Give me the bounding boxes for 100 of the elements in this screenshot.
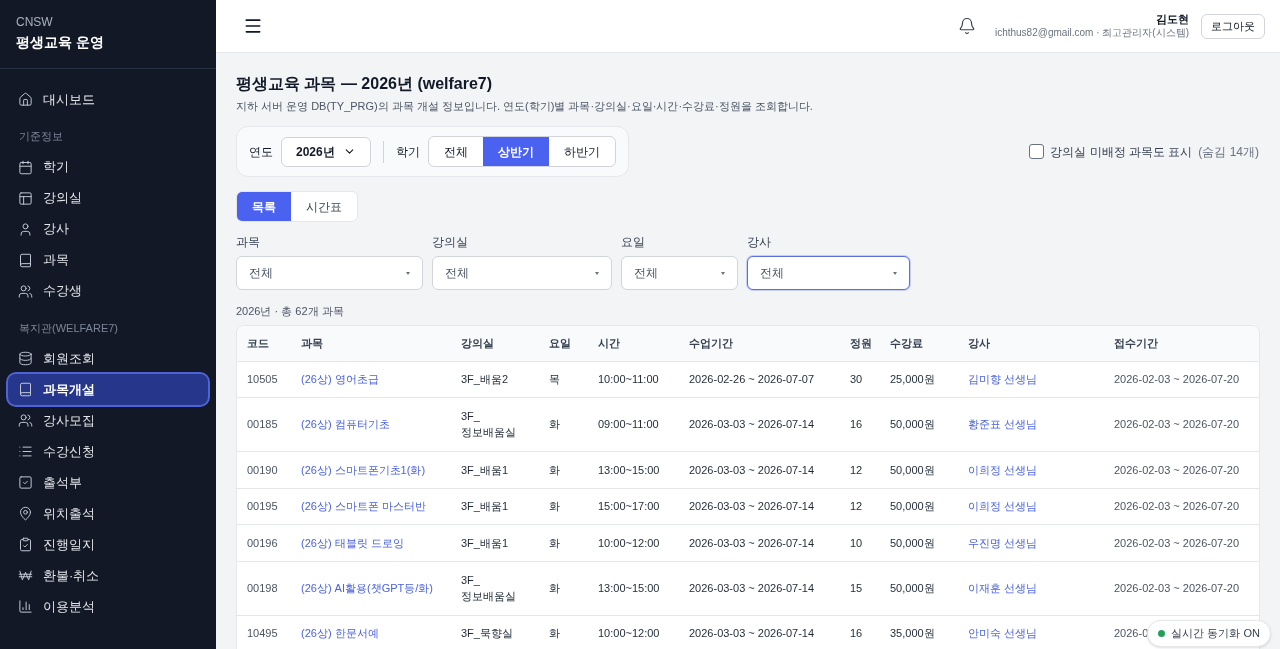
column-header: 수업기간 <box>679 326 840 361</box>
semester-tab[interactable]: 상반기 <box>483 137 549 166</box>
course-link[interactable]: (26상) AI활용(챗GPT등/화) <box>301 582 433 594</box>
teacher-link[interactable]: 안미숙 선생님 <box>968 627 1038 640</box>
table-cell: 15 <box>850 582 863 594</box>
table-cell: 50,000원 <box>890 463 935 476</box>
sidebar-item[interactable]: 강사모집 <box>8 405 208 436</box>
checkbox[interactable] <box>1029 144 1045 159</box>
table-cell: 00195 <box>247 500 278 512</box>
table-cell: 3F_배움1 <box>461 500 509 512</box>
column-header: 코드 <box>237 326 291 361</box>
teacher-link[interactable]: 우진명 선생님 <box>968 536 1038 549</box>
filter-select[interactable]: 전체 <box>432 256 612 290</box>
bell-icon[interactable] <box>957 17 976 35</box>
table-cell: 2026-03-03 ~ 2026-07-14 <box>689 536 815 549</box>
sidebar-heading: 복지관(WELFARE7) <box>18 320 119 336</box>
table-cell: 50,000원 <box>890 418 935 430</box>
filter-label: 강사 <box>747 235 772 250</box>
database-icon <box>18 351 33 366</box>
filter-label: 요일 <box>621 235 646 250</box>
table-cell: 30 <box>850 373 863 385</box>
sidebar-item[interactable]: 과목개설 <box>8 374 208 405</box>
filter-select[interactable]: 전체 <box>747 256 910 290</box>
column-header: 과목 <box>291 326 451 361</box>
semester-label: 학기 <box>396 143 420 161</box>
teacher-link[interactable]: 황준표 선생님 <box>968 418 1038 430</box>
sidebar-item[interactable]: 수강생 <box>8 275 208 307</box>
filter-label: 강의실 <box>432 235 469 250</box>
table-cell: 화 <box>549 463 560 476</box>
table-cell: 2026-03-03 ~ 2026-07-14 <box>689 627 815 640</box>
brand-org: CNSW <box>16 14 54 30</box>
sidebar-item[interactable]: 위치출석 <box>8 498 208 529</box>
course-link[interactable]: (26상) 태블릿 드로잉 <box>301 536 404 549</box>
table-cell: 15:00~17:00 <box>598 500 660 512</box>
column-header: 접수기간 <box>1104 326 1259 361</box>
sidebar-item[interactable]: 강사 <box>8 213 208 245</box>
menu-icon[interactable] <box>243 16 263 36</box>
teacher-link[interactable]: 이희정 선생님 <box>968 500 1038 512</box>
course-link[interactable]: (26상) 영어초급 <box>301 373 379 385</box>
table-cell: 50,000원 <box>890 500 935 512</box>
course-link[interactable]: (26상) 한문서예 <box>301 627 379 640</box>
column-header: 시간 <box>588 326 679 361</box>
users-icon <box>18 413 33 428</box>
table-cell: 3F_ 정보배움실 <box>461 410 516 438</box>
sidebar-item[interactable]: 과목 <box>8 244 208 276</box>
sidebar-item[interactable]: 학기 <box>8 151 208 183</box>
table-cell: 2026-02-03 ~ 2026-07-20 <box>1114 373 1240 385</box>
table-cell: 2026-02-03 ~ 2026-07-20 <box>1114 582 1240 594</box>
list-icon <box>18 444 33 459</box>
user-detail: ichthus82@gmail.com · 최고관리자(시스템) <box>994 26 1189 40</box>
sidebar-item[interactable]: 수강신청 <box>8 436 208 467</box>
course-link[interactable]: (26상) 컴퓨터기초 <box>301 418 390 430</box>
teacher-link[interactable]: 이희정 선생님 <box>968 463 1038 476</box>
table-cell: 2026-02-03 ~ 2026-07-20 <box>1114 418 1240 430</box>
table-cell: 2026-03-03 ~ 2026-07-14 <box>689 463 815 476</box>
table-cell: 00190 <box>247 463 278 476</box>
page-description: 지하 서버 운영 DB(TY_PRG)의 과목 개설 정보입니다. 연도(학기)별 과목·강의실·요일·시간·수강료·정원을 조회합니다. <box>236 99 814 114</box>
filter-select[interactable]: 전체 <box>236 256 423 290</box>
table-cell: 00185 <box>247 418 278 430</box>
table-cell: 16 <box>850 627 863 640</box>
table-cell: 2026-02-26 ~ 2026-07-07 <box>689 373 815 385</box>
filter-label: 과목 <box>236 235 261 250</box>
table-cell: 12 <box>850 463 863 476</box>
table-cell: 16 <box>850 418 863 430</box>
table-cell: 10:00~11:00 <box>598 373 659 385</box>
sidebar-item[interactable]: 환불·취소 <box>8 560 208 591</box>
logout-button[interactable]: 로그아웃 <box>1201 13 1265 39</box>
teacher-link[interactable]: 김미향 선생님 <box>968 373 1038 385</box>
sidebar-item[interactable]: 회원조회 <box>8 343 208 374</box>
table-cell: 10505 <box>247 373 278 385</box>
sidebar-item[interactable]: 진행일지 <box>8 529 208 560</box>
teacher-link[interactable]: 이재훈 선생님 <box>968 582 1038 594</box>
sync-status-badge: 실시간 동기화 ON <box>1147 620 1271 647</box>
book-icon <box>18 382 33 397</box>
table-cell: 2026-03-03 ~ 2026-07-14 <box>689 500 815 512</box>
checkbox-label: 강의실 미배정 과목도 표시 <box>1050 143 1193 161</box>
table-cell: 2026-03-03 ~ 2026-07-14 <box>689 582 815 594</box>
table-cell: 10:00~12:00 <box>598 536 660 549</box>
year-select[interactable]: 2026년 <box>281 136 371 167</box>
filter-select[interactable]: 전체 <box>621 256 738 290</box>
sidebar-heading: 기준정보 <box>18 129 64 144</box>
view-tab[interactable]: 시간표 <box>291 192 357 221</box>
view-tab[interactable]: 목록 <box>237 192 291 221</box>
semester-tab[interactable]: 전체 <box>429 137 483 166</box>
bar-chart-icon <box>18 599 33 614</box>
sidebar-item[interactable]: 대시보드 <box>8 84 208 115</box>
table-cell: 13:00~15:00 <box>598 463 660 476</box>
table-cell: 25,000원 <box>890 373 935 385</box>
table-cell: 35,000원 <box>890 627 935 640</box>
table-cell: 목 <box>549 373 560 385</box>
sidebar-item[interactable]: 출석부 <box>8 467 208 498</box>
column-header: 강사 <box>958 326 1104 361</box>
semester-tab[interactable]: 하반기 <box>549 137 615 166</box>
caret-icon <box>893 271 897 275</box>
sidebar-item[interactable]: 강의실 <box>8 182 208 214</box>
map-pin-icon <box>18 506 33 521</box>
course-link[interactable]: (26상) 스마트폰 마스터반 <box>301 500 426 512</box>
sidebar-item[interactable]: 이용분석 <box>8 591 208 622</box>
table-cell: 화 <box>549 500 560 512</box>
course-link[interactable]: (26상) 스마트폰기초1(화) <box>301 463 426 476</box>
